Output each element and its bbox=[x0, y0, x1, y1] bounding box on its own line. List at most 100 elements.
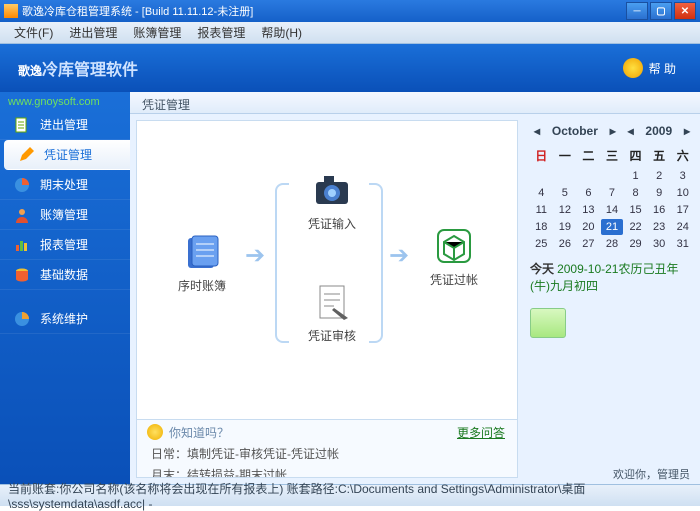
dow-header: 日 bbox=[530, 144, 553, 167]
month-prev[interactable]: ◂ bbox=[534, 124, 540, 138]
menu-report[interactable]: 报表管理 bbox=[189, 22, 253, 43]
calendar-day[interactable]: 2 bbox=[648, 168, 671, 184]
flow-audit[interactable]: 凭证审核 bbox=[297, 281, 367, 344]
year-prev[interactable]: ◂ bbox=[628, 124, 634, 138]
calendar-day[interactable]: 7 bbox=[601, 185, 624, 201]
book-icon bbox=[181, 231, 223, 273]
calendar-day[interactable]: 19 bbox=[554, 219, 577, 235]
nav-base[interactable]: 基础数据 bbox=[0, 260, 130, 290]
nav-inout[interactable]: 进出管理 bbox=[0, 110, 130, 140]
tips-panel: 你知道吗？ 更多问答 日常：填制凭证-审核凭证-凭证过帐 月末：结转损益-期末过… bbox=[137, 419, 517, 477]
calendar-day[interactable]: 12 bbox=[554, 202, 577, 218]
calendar-day[interactable]: 24 bbox=[671, 219, 694, 235]
calendar-day[interactable]: 1 bbox=[624, 168, 647, 184]
breadcrumb: 凭证管理 bbox=[130, 92, 700, 114]
nav-period[interactable]: 期末处理 bbox=[0, 170, 130, 200]
calendar-day[interactable]: 21 bbox=[601, 219, 624, 235]
calendar-day[interactable]: 20 bbox=[577, 219, 600, 235]
help-button[interactable]: 帮 助 bbox=[623, 58, 676, 78]
flow-canvas: 序时账簿 ➔ 凭证输入 凭证审核 ➔ 凭证过帐 bbox=[136, 120, 518, 478]
flow-post[interactable]: 凭证过帐 bbox=[419, 225, 489, 288]
more-link[interactable]: 更多问答 bbox=[457, 424, 505, 441]
calendar-day[interactable]: 14 bbox=[601, 202, 624, 218]
today-line: 今天 2009-10-21农历己丑年(牛)九月初四 bbox=[530, 260, 694, 294]
dow-header: 六 bbox=[671, 144, 694, 167]
cube-icon bbox=[433, 225, 475, 267]
pie-icon bbox=[14, 177, 30, 193]
calendar-day[interactable]: 8 bbox=[624, 185, 647, 201]
bulb-icon bbox=[147, 424, 163, 440]
arrow-icon: ➔ bbox=[245, 241, 265, 270]
calendar-day[interactable]: 23 bbox=[648, 219, 671, 235]
statusbar: 当前账套:你公司名称(该名称将会出现在所有报表上) 账套路径:C:\Docume… bbox=[0, 484, 700, 506]
doc-icon bbox=[14, 117, 30, 133]
menu-help[interactable]: 帮助(H) bbox=[253, 22, 310, 43]
thumbnail[interactable] bbox=[530, 308, 566, 338]
user-icon bbox=[14, 207, 30, 223]
chart-icon bbox=[14, 237, 30, 253]
month-next[interactable]: ▸ bbox=[610, 124, 616, 138]
year-label: 2009 bbox=[645, 124, 672, 138]
year-next[interactable]: ▸ bbox=[684, 124, 690, 138]
calendar-day[interactable]: 27 bbox=[577, 236, 600, 252]
flow-input[interactable]: 凭证输入 bbox=[297, 169, 367, 232]
calendar-nav: ◂ October ▸ ◂ 2009 ▸ bbox=[530, 122, 694, 140]
dow-header: 四 bbox=[624, 144, 647, 167]
dow-header: 五 bbox=[648, 144, 671, 167]
maximize-button[interactable]: ▢ bbox=[650, 2, 672, 20]
menubar: 文件(F) 进出管理 账簿管理 报表管理 帮助(H) bbox=[0, 22, 700, 44]
calendar-day[interactable]: 3 bbox=[671, 168, 694, 184]
calendar-day[interactable]: 10 bbox=[671, 185, 694, 201]
menu-book[interactable]: 账簿管理 bbox=[125, 22, 189, 43]
main: 凭证管理 序时账簿 ➔ 凭证输入 凭证审核 ➔ bbox=[130, 92, 700, 484]
bracket-right bbox=[369, 183, 383, 343]
calendar-panel: ◂ October ▸ ◂ 2009 ▸ 日一二三四五六123456789101… bbox=[524, 114, 700, 484]
dow-header: 三 bbox=[601, 144, 624, 167]
tip-line2: 月末：结转损益-期末过帐 bbox=[151, 466, 507, 478]
db-icon bbox=[14, 267, 30, 283]
calendar-day[interactable]: 31 bbox=[671, 236, 694, 252]
titlebar: 歌逸冷库仓租管理系统 - [Build 11.11.12-未注册] ─ ▢ ✕ bbox=[0, 0, 700, 22]
calendar-day[interactable]: 4 bbox=[530, 185, 553, 201]
help-icon bbox=[623, 58, 643, 78]
menu-file[interactable]: 文件(F) bbox=[6, 22, 61, 43]
flow-ledger[interactable]: 序时账簿 bbox=[167, 231, 237, 294]
status-text: 当前账套:你公司名称(该名称将会出现在所有报表上) 账套路径:C:\Docume… bbox=[8, 480, 692, 511]
calendar-day[interactable]: 30 bbox=[648, 236, 671, 252]
calendar-day[interactable]: 25 bbox=[530, 236, 553, 252]
calendar-day[interactable]: 26 bbox=[554, 236, 577, 252]
calendar-day[interactable]: 16 bbox=[648, 202, 671, 218]
header: 歌逸冷库管理软件 帮 助 bbox=[0, 44, 700, 92]
calendar-day[interactable]: 15 bbox=[624, 202, 647, 218]
nav-book[interactable]: 账簿管理 bbox=[0, 200, 130, 230]
dow-header: 二 bbox=[577, 144, 600, 167]
calendar-day[interactable]: 13 bbox=[577, 202, 600, 218]
calendar-day[interactable]: 6 bbox=[577, 185, 600, 201]
calendar-day[interactable]: 17 bbox=[671, 202, 694, 218]
arrow2-icon: ➔ bbox=[389, 241, 409, 270]
logo: 歌逸冷库管理软件 bbox=[18, 56, 138, 81]
nav-voucher[interactable]: 凭证管理 bbox=[4, 140, 130, 170]
nav-sys[interactable]: 系统维护 bbox=[0, 304, 130, 334]
calendar-day[interactable]: 28 bbox=[601, 236, 624, 252]
calendar-grid: 日一二三四五六123456789101112131415161718192021… bbox=[530, 144, 694, 252]
calendar-day[interactable]: 5 bbox=[554, 185, 577, 201]
calendar-day[interactable]: 18 bbox=[530, 219, 553, 235]
paper-icon bbox=[311, 281, 353, 323]
menu-inout[interactable]: 进出管理 bbox=[61, 22, 125, 43]
welcome-text: 欢迎你，管理员 bbox=[613, 466, 690, 482]
minimize-button[interactable]: ─ bbox=[626, 2, 648, 20]
calendar-day[interactable]: 11 bbox=[530, 202, 553, 218]
site-url: www.gnoysoft.com bbox=[0, 94, 130, 110]
pie2-icon bbox=[14, 311, 30, 327]
app-icon bbox=[4, 4, 18, 18]
month-label: October bbox=[552, 124, 598, 138]
nav-report[interactable]: 报表管理 bbox=[0, 230, 130, 260]
bracket-left bbox=[275, 183, 289, 343]
calendar-day[interactable]: 29 bbox=[624, 236, 647, 252]
calendar-day[interactable]: 9 bbox=[648, 185, 671, 201]
tip-line1: 日常：填制凭证-审核凭证-凭证过帐 bbox=[151, 445, 507, 462]
close-button[interactable]: ✕ bbox=[674, 2, 696, 20]
window-title: 歌逸冷库仓租管理系统 - [Build 11.11.12-未注册] bbox=[22, 3, 626, 19]
calendar-day[interactable]: 22 bbox=[624, 219, 647, 235]
